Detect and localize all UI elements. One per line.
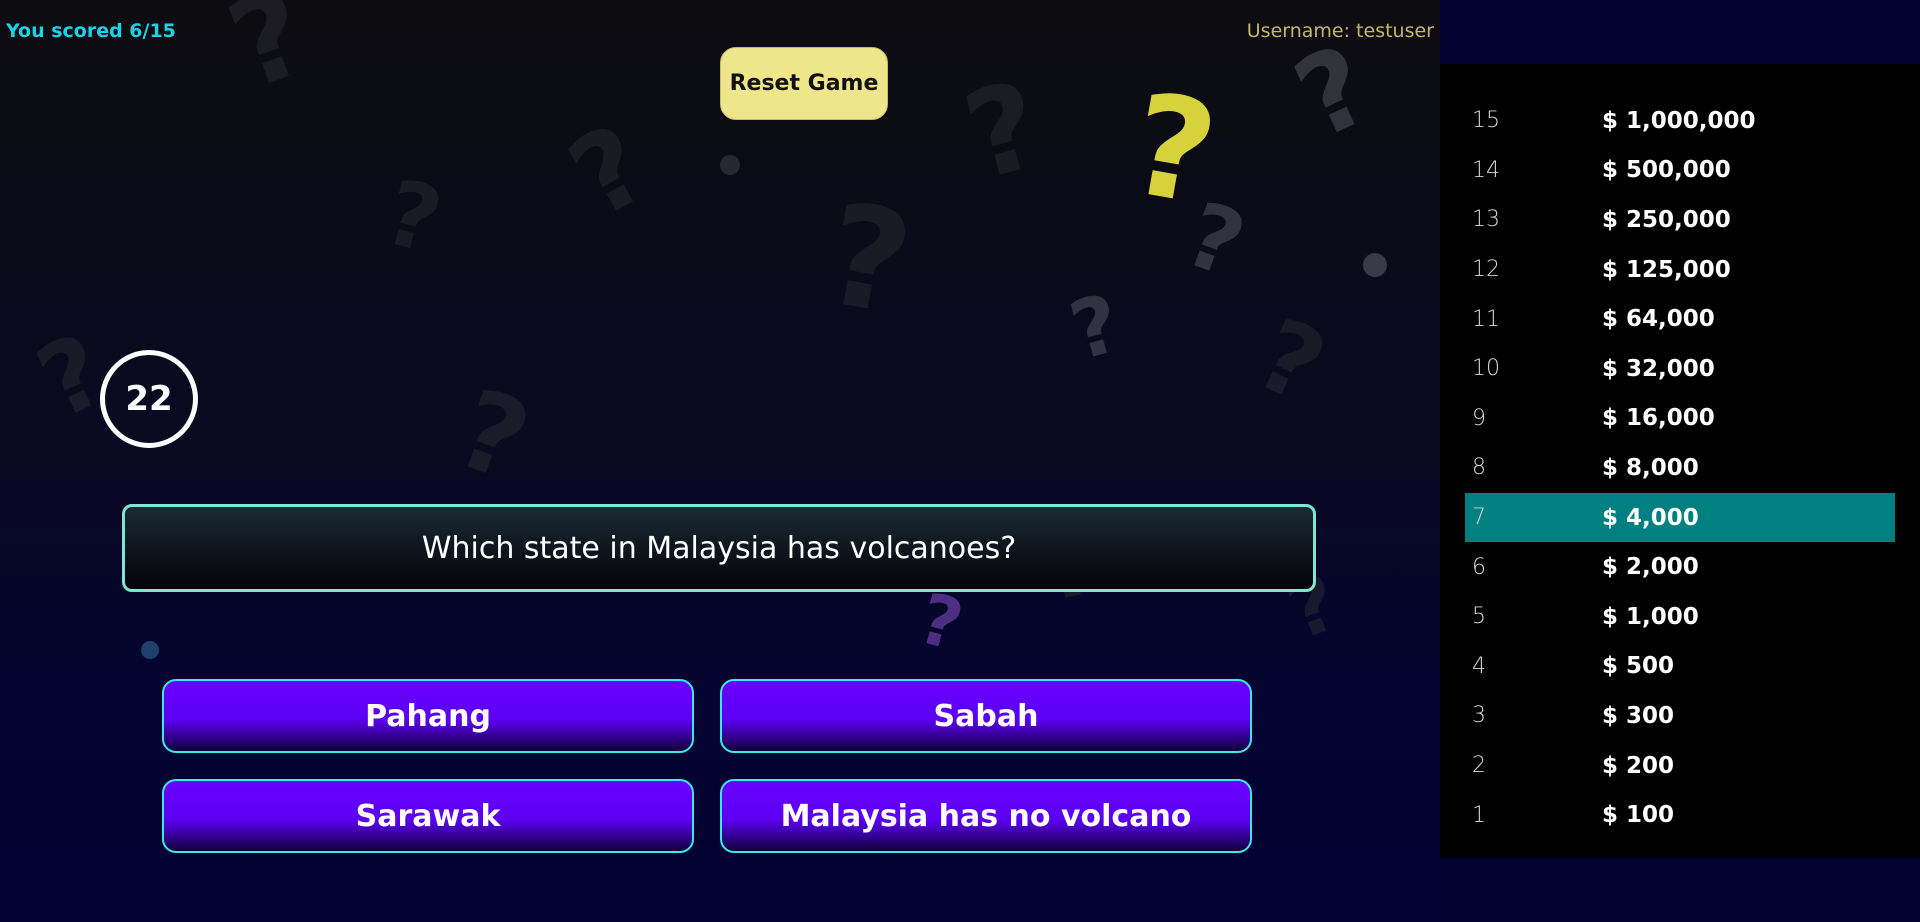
- level-amount: $ 250,000: [1602, 206, 1731, 233]
- level-number: 7: [1472, 505, 1486, 531]
- level-amount: $ 2,000: [1602, 554, 1699, 581]
- username-text: Username: testuser: [1246, 20, 1434, 42]
- level-number: 4: [1472, 653, 1486, 679]
- level-number: 6: [1472, 554, 1486, 580]
- svg-text:?: ?: [549, 100, 668, 243]
- level-amount: $ 200: [1602, 752, 1675, 779]
- level-amount: $ 500: [1602, 653, 1675, 680]
- money-level-14: 14 $ 500,000: [1465, 146, 1895, 196]
- level-amount: $ 16,000: [1602, 405, 1715, 432]
- money-level-8: 8 $ 8,000: [1465, 443, 1895, 493]
- money-pyramid: 15 $ 1,000,000 14 $ 500,000 13 $ 250,000 12…: [1440, 64, 1920, 858]
- game-area: ? ? ? ? ? ? ? ? ? ? ? ? ? ? ? You scored…: [0, 0, 1440, 922]
- svg-text:?: ?: [374, 160, 452, 275]
- level-amount: $ 125,000: [1602, 256, 1731, 283]
- money-level-7-current: 7 $ 4,000: [1465, 492, 1895, 543]
- money-level-15: 15 $ 1,000,000: [1465, 96, 1895, 146]
- level-amount: $ 1,000,000: [1602, 107, 1756, 134]
- answer-option-d[interactable]: Malaysia has no volcano: [720, 779, 1252, 853]
- svg-text:?: ?: [814, 173, 922, 348]
- money-level-5: 5 $ 1,000: [1465, 592, 1895, 642]
- level-number: 14: [1472, 157, 1500, 183]
- level-amount: $ 8,000: [1602, 454, 1699, 481]
- svg-text:?: ?: [1277, 21, 1389, 164]
- level-number: 13: [1472, 207, 1500, 233]
- level-number: 11: [1472, 306, 1500, 332]
- level-amount: $ 1,000: [1602, 603, 1699, 630]
- svg-text:?: ?: [1240, 296, 1342, 427]
- level-number: 2: [1472, 753, 1486, 779]
- question-box: Which state in Malaysia has volcanoes?: [122, 504, 1316, 592]
- money-level-1: 1 $ 100: [1465, 790, 1895, 840]
- money-level-13: 13 $ 250,000: [1465, 195, 1895, 245]
- svg-text:?: ?: [952, 56, 1055, 208]
- answer-option-b[interactable]: Sabah: [720, 679, 1252, 753]
- level-number: 8: [1472, 455, 1486, 481]
- money-level-9: 9 $ 16,000: [1465, 394, 1895, 444]
- level-amount: $ 300: [1602, 702, 1675, 729]
- level-number: 3: [1472, 703, 1486, 729]
- level-number: 12: [1472, 257, 1500, 283]
- level-amount: $ 64,000: [1602, 306, 1715, 333]
- level-number: 5: [1472, 604, 1486, 630]
- level-amount: $ 500,000: [1602, 157, 1731, 184]
- svg-text:?: ?: [1061, 277, 1130, 379]
- money-sidebar: 15 $ 1,000,000 14 $ 500,000 13 $ 250,000 12…: [1440, 0, 1920, 922]
- level-number: 10: [1472, 356, 1500, 382]
- reset-game-button[interactable]: Reset Game: [720, 47, 888, 120]
- money-level-4: 4 $ 500: [1465, 642, 1895, 692]
- svg-text:?: ?: [212, 0, 325, 117]
- countdown-timer: 22: [100, 350, 198, 448]
- money-level-6: 6 $ 2,000: [1465, 542, 1895, 592]
- question-text: Which state in Malaysia has volcanoes?: [421, 530, 1017, 566]
- level-number: 9: [1472, 405, 1486, 431]
- level-number: 1: [1472, 802, 1486, 828]
- level-amount: $ 32,000: [1602, 355, 1715, 382]
- level-number: 15: [1472, 108, 1500, 134]
- money-level-3: 3 $ 300: [1465, 691, 1895, 741]
- svg-text:?: ?: [441, 364, 545, 506]
- money-level-11: 11 $ 64,000: [1465, 294, 1895, 344]
- money-level-12: 12 $ 125,000: [1465, 245, 1895, 295]
- score-text: You scored 6/15: [6, 20, 176, 42]
- money-level-10: 10 $ 32,000: [1465, 344, 1895, 394]
- answer-option-a[interactable]: Pahang: [162, 679, 694, 753]
- money-list: 15 $ 1,000,000 14 $ 500,000 13 $ 250,000 12…: [1465, 96, 1895, 840]
- money-level-2: 2 $ 200: [1465, 741, 1895, 791]
- level-amount: $ 100: [1602, 802, 1675, 829]
- svg-text:?: ?: [1119, 63, 1227, 238]
- answer-option-c[interactable]: Sarawak: [162, 779, 694, 853]
- svg-text:?: ?: [1172, 182, 1257, 299]
- level-amount: $ 4,000: [1602, 504, 1699, 531]
